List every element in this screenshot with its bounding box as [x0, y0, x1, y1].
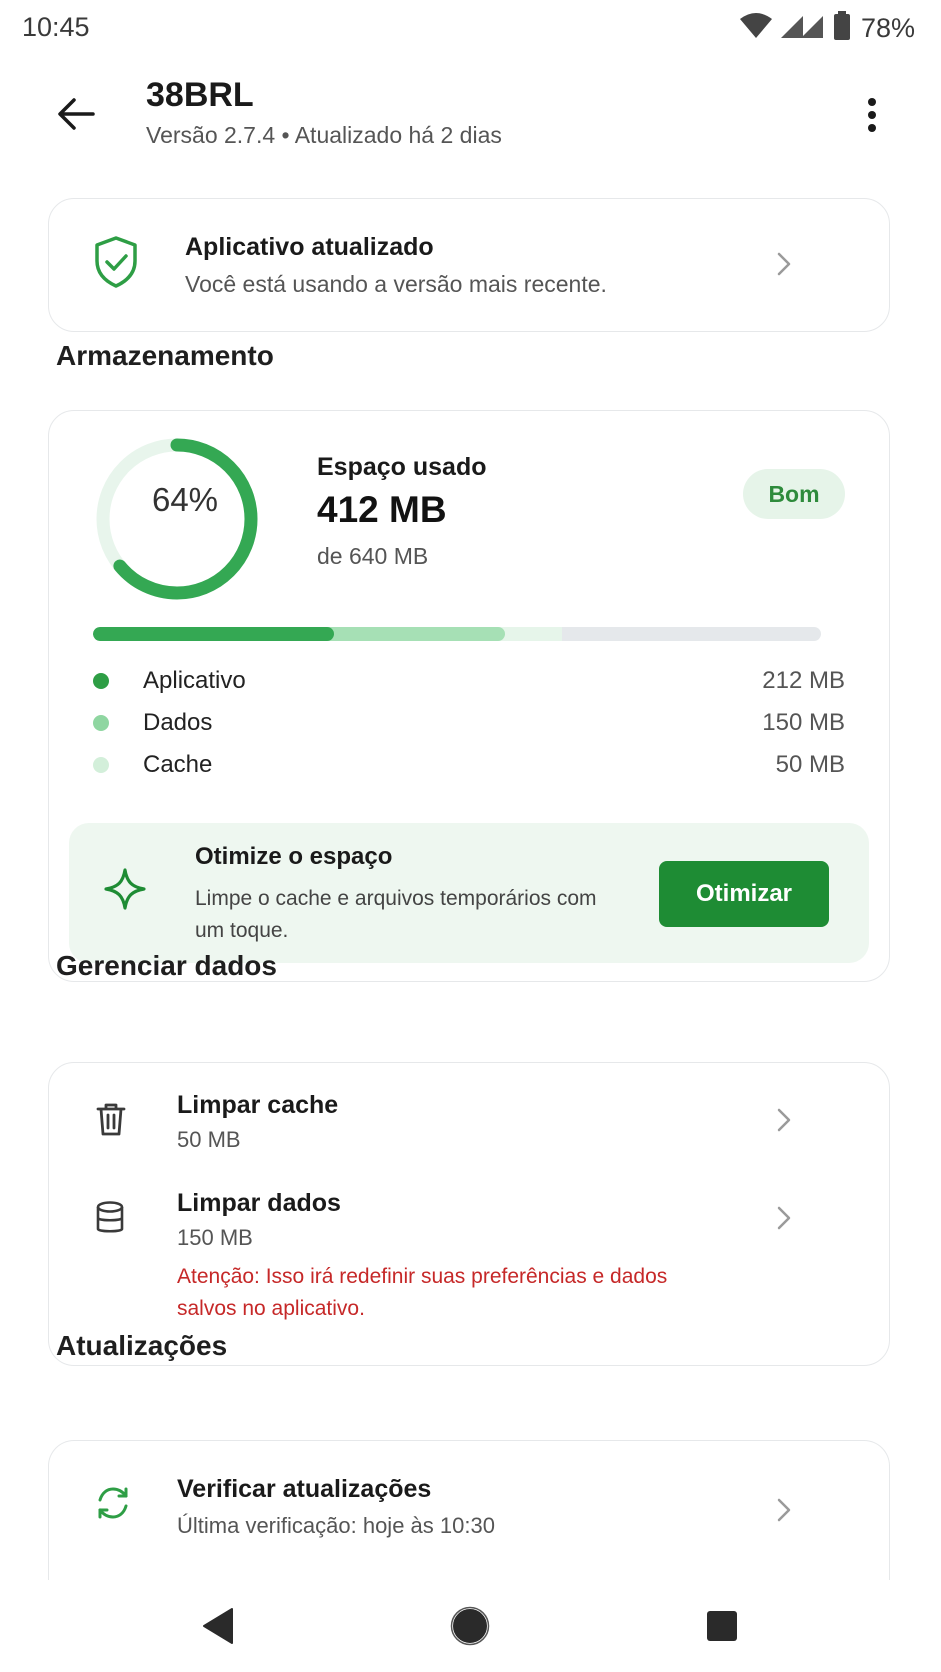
chevron-right-icon — [777, 1108, 791, 1132]
legend-row-cache: Cache 50 MB — [93, 747, 845, 783]
sparkle-icon — [103, 867, 147, 916]
clear-data-title: Limpar dados — [177, 1189, 341, 1217]
refresh-icon — [95, 1485, 131, 1526]
wifi-icon — [739, 12, 773, 45]
update-status-description: Você está usando a versão mais recente. — [185, 271, 607, 297]
check-updates-row[interactable]: Verificar atualizações Última verificaçã… — [49, 1441, 889, 1571]
update-status-title: Aplicativo atualizado — [185, 233, 434, 261]
clear-cache-row[interactable]: Limpar cache 50 MB — [49, 1063, 889, 1163]
status-icons: 78% — [739, 10, 915, 46]
battery-icon — [833, 10, 851, 46]
legend-dot-app — [93, 673, 109, 689]
clear-data-size: 150 MB — [177, 1225, 253, 1250]
status-time: 10:45 — [22, 12, 90, 42]
legend-value: 50 MB — [775, 751, 845, 778]
update-status-card[interactable]: Aplicativo atualizado Você está usando a… — [48, 198, 890, 332]
legend-value: 150 MB — [762, 709, 845, 736]
legend-label: Aplicativo — [143, 667, 246, 694]
chevron-right-icon — [777, 252, 791, 276]
back-button[interactable] — [50, 88, 102, 140]
signal-icon — [779, 12, 827, 45]
nav-back-icon — [203, 1608, 233, 1644]
clear-cache-title: Limpar cache — [177, 1091, 339, 1119]
optimize-button[interactable]: Otimizar — [659, 861, 829, 927]
back-arrow-icon — [58, 98, 95, 130]
updates-section-title: Atualizações — [56, 1330, 228, 1361]
legend-dot-data — [93, 715, 109, 731]
legend-label: Dados — [143, 709, 213, 736]
storage-breakdown-bar — [93, 627, 821, 641]
clear-data-warning: Atenção: Isso irá redefinir suas preferê… — [177, 1265, 668, 1320]
nav-home-icon — [450, 1606, 490, 1646]
last-check-text: Última verificação: hoje às 10:30 — [177, 1513, 495, 1538]
optimize-banner: Otimize o espaço Limpe o cache e arquivo… — [69, 823, 869, 963]
legend-label: Cache — [143, 751, 213, 778]
app-title: 38BRL — [146, 76, 254, 114]
storage-ring-chart — [96, 438, 258, 600]
trash-icon — [95, 1101, 127, 1142]
system-nav-bar — [0, 1580, 941, 1672]
space-used-label: Espaço usado — [317, 453, 487, 481]
legend-value: 212 MB — [762, 667, 845, 694]
nav-home-button[interactable] — [438, 1594, 502, 1658]
optimize-title: Otimize o espaço — [195, 843, 393, 870]
legend-dot-cache — [93, 757, 109, 773]
shield-check-icon — [93, 235, 139, 294]
space-total-value: de 640 MB — [317, 543, 429, 569]
more-vert-icon — [868, 98, 876, 132]
space-used-value: 412 MB — [317, 489, 447, 530]
clear-cache-size: 50 MB — [177, 1127, 241, 1152]
legend-row-app: Aplicativo 212 MB — [93, 663, 845, 699]
battery-percent: 78% — [860, 12, 915, 43]
nav-recents-icon — [707, 1611, 737, 1641]
storage-section-title: Armazenamento — [56, 340, 274, 371]
database-icon — [95, 1201, 125, 1240]
storage-status-badge: Bom — [743, 469, 845, 519]
nav-recents-button[interactable] — [690, 1594, 754, 1658]
storage-card: 64% Espaço usado 412 MB de 640 MB Bom Ap… — [48, 410, 890, 982]
more-options-button[interactable] — [858, 90, 886, 140]
manage-data-card: Limpar cache 50 MB Limpar dados 150 MB A… — [48, 1062, 890, 1366]
chevron-right-icon — [777, 1206, 791, 1230]
chevron-right-icon — [777, 1498, 791, 1522]
manage-section-title: Gerenciar dados — [56, 950, 277, 981]
storage-percent-label: 64% — [151, 481, 219, 518]
check-updates-title: Verificar atualizações — [177, 1475, 432, 1503]
bar-segment-data — [319, 627, 505, 641]
bar-segment-app — [93, 627, 335, 641]
legend-row-data: Dados 150 MB — [93, 705, 845, 741]
nav-back-button[interactable] — [186, 1594, 250, 1658]
optimize-description: Limpe o cache e arquivos temporários com… — [195, 887, 597, 942]
app-subtitle: Versão 2.7.4 • Atualizado há 2 dias — [146, 122, 502, 148]
